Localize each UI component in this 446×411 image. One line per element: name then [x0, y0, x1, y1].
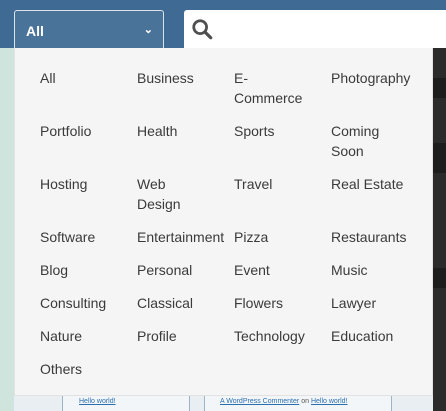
category-option[interactable]: Lawyer — [331, 293, 428, 326]
background-comment-author: A WordPress Commenter — [220, 398, 300, 405]
top-bar: All ⌄ — [0, 0, 446, 50]
category-option[interactable]: Personal — [137, 260, 234, 293]
category-option[interactable]: Hosting — [40, 174, 137, 227]
category-grid: All Business E- Commerce Photography Portfoli… — [40, 68, 430, 392]
category-option[interactable]: Flowers — [234, 293, 331, 326]
category-option[interactable]: Blog — [40, 260, 137, 293]
category-option[interactable]: Sports — [234, 121, 331, 174]
category-option[interactable]: Pizza — [234, 227, 331, 260]
background-page-left — [0, 48, 14, 411]
background-page-bottom: Hello world! A WordPress Commenter on He… — [14, 396, 433, 411]
category-select-value: All — [26, 23, 44, 39]
category-option[interactable]: Technology — [234, 326, 331, 359]
category-option[interactable]: Health — [137, 121, 234, 174]
background-link: Hello world! — [79, 398, 116, 405]
category-option[interactable]: Others — [40, 359, 137, 392]
category-option[interactable]: E- Commerce — [234, 68, 331, 121]
category-option[interactable]: Event — [234, 260, 331, 293]
search-input[interactable] — [222, 16, 441, 44]
chevron-down-icon: ⌄ — [143, 24, 153, 36]
category-option[interactable]: Business — [137, 68, 234, 121]
background-page-right — [433, 48, 446, 411]
background-comment: A WordPress Commenter on Hello world! — [220, 398, 348, 405]
search-icon[interactable] — [191, 18, 213, 40]
category-option[interactable]: Consulting — [40, 293, 137, 326]
category-select[interactable]: All ⌄ — [14, 10, 164, 50]
category-option[interactable]: Real Estate — [331, 174, 428, 227]
category-option[interactable]: Entertainment — [137, 227, 234, 260]
category-option[interactable]: Classical — [137, 293, 234, 326]
category-option[interactable]: Profile — [137, 326, 234, 359]
category-option[interactable]: Photography — [331, 68, 428, 121]
category-option[interactable]: Coming Soon — [331, 121, 428, 174]
category-option[interactable]: Portfolio — [40, 121, 137, 174]
category-option[interactable]: Education — [331, 326, 428, 359]
category-option[interactable]: Nature — [40, 326, 137, 359]
category-option[interactable]: Music — [331, 260, 428, 293]
category-option[interactable]: Restaurants — [331, 227, 428, 260]
category-option[interactable]: Web Design — [137, 174, 234, 227]
category-option[interactable]: Travel — [234, 174, 331, 227]
search-box — [184, 10, 446, 48]
category-option[interactable]: All — [40, 68, 137, 121]
category-dropdown: All Business E- Commerce Photography Portfoli… — [14, 48, 433, 396]
category-option[interactable]: Software — [40, 227, 137, 260]
background-link: Hello world! — [310, 398, 348, 405]
